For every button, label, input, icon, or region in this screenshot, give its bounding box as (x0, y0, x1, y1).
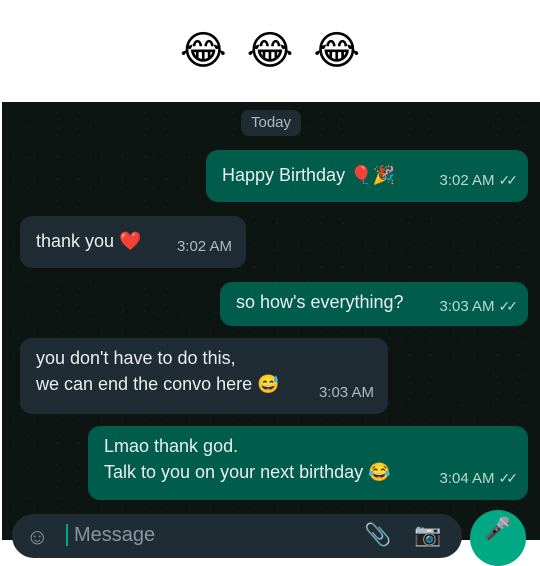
message-meta: 3:04 AM ✓✓ (439, 465, 519, 492)
message-meta: 3:03 AM (319, 379, 374, 406)
message-input[interactable]: Message (74, 524, 155, 547)
laughing-emoji-icon: 😂 (313, 28, 361, 74)
text-cursor (66, 524, 68, 546)
chat-area[interactable]: Today Happy Birthday 🎈🎉 3:02 AM ✓✓ thank… (0, 102, 540, 540)
message-meta: 3:02 AM ✓✓ (439, 167, 519, 194)
date-divider: Today (241, 110, 302, 136)
read-receipt-icon: ✓✓ (498, 470, 519, 486)
message-text: we can end the convo here 😅 (36, 374, 280, 394)
laughing-emoji-icon: 😂 (246, 28, 294, 74)
mic-button[interactable]: 🎤 (470, 510, 526, 566)
message-text: thank you ❤️ (36, 231, 142, 251)
laughing-emoji-icon: 😂 (179, 28, 227, 74)
message-text: Lmao thank god. (104, 436, 239, 456)
message-bubble-outgoing[interactable]: so how's everything? 3:03 AM ✓✓ (220, 282, 528, 326)
message-text: you don't have to do this, (36, 348, 236, 368)
read-receipt-icon: ✓✓ (498, 298, 519, 314)
caption-emojis: 😂 😂 😂 (0, 0, 540, 102)
message-composer[interactable]: ☺ Message 📎 📷 (12, 514, 462, 558)
message-time: 3:02 AM (176, 238, 232, 255)
message-time: 3:04 AM (439, 470, 495, 487)
emoji-icon[interactable]: ☺ (26, 524, 48, 550)
message-meta: 3:03 AM ✓✓ (439, 293, 519, 320)
message-text: so how's everything? (236, 292, 404, 312)
camera-icon[interactable]: 📷 (414, 522, 441, 548)
message-bubble-outgoing[interactable]: Happy Birthday 🎈🎉 3:02 AM ✓✓ (206, 150, 528, 202)
message-bubble-outgoing[interactable]: Lmao thank god. Talk to you on your next… (88, 426, 528, 500)
message-meta: 3:02 AM (177, 233, 232, 260)
message-time: 3:02 AM (439, 172, 495, 189)
message-time: 3:03 AM (439, 298, 495, 315)
message-bubble-incoming[interactable]: thank you ❤️ 3:02 AM (20, 216, 246, 268)
read-receipt-icon: ✓✓ (498, 172, 519, 188)
message-bubble-incoming[interactable]: you don't have to do this, we can end th… (20, 338, 388, 414)
message-time: 3:03 AM (318, 384, 374, 401)
message-text: Talk to you on your next birthday 😂 (104, 462, 391, 482)
attach-icon[interactable]: 📎 (364, 522, 391, 548)
message-text: Happy Birthday 🎈🎉 (222, 165, 395, 185)
mic-icon: 🎤 (484, 516, 512, 541)
